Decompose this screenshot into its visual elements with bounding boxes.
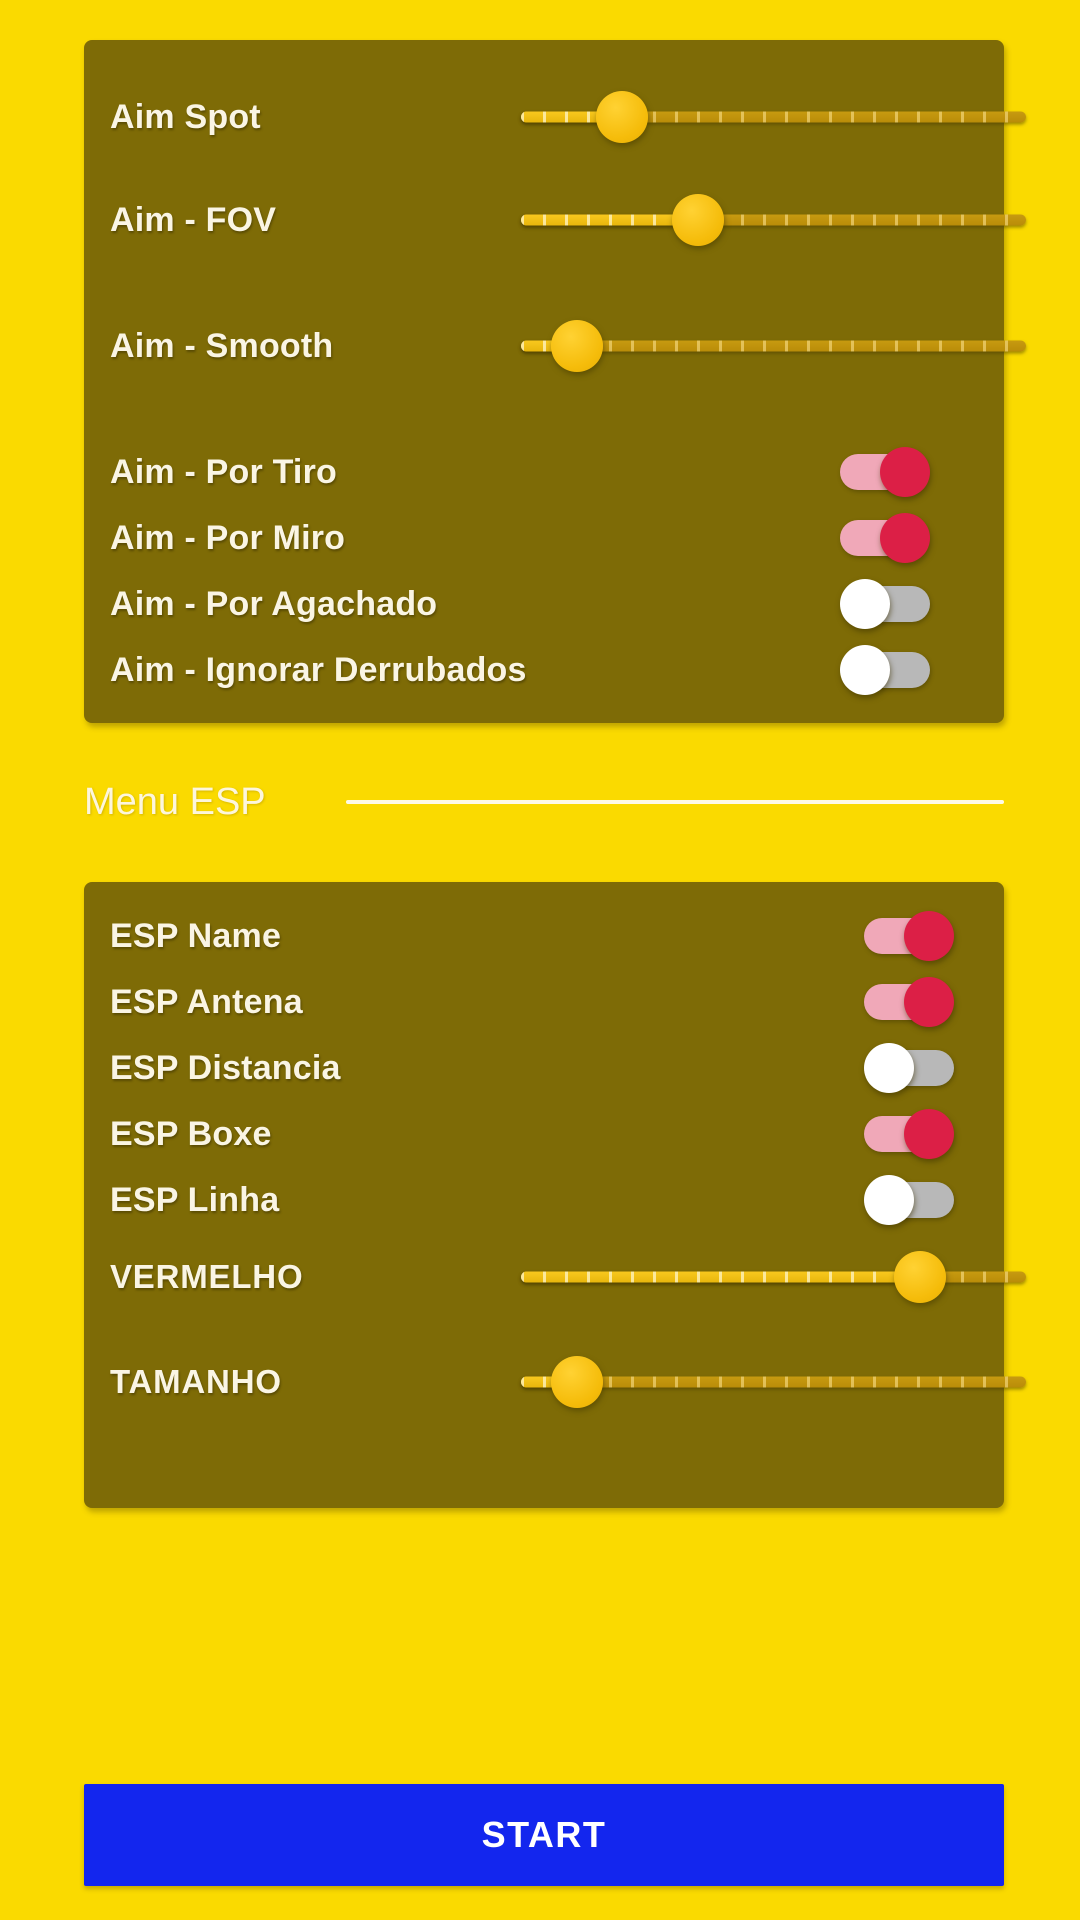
setting-row-tamanho: TAMANHO [84,1347,1026,1417]
toggle-thumb[interactable] [904,977,954,1027]
row-label-aim-fov: Aim - FOV [110,200,277,239]
row-label-esp-distancia: ESP Distancia [110,1048,341,1087]
slider-thumb[interactable] [550,320,603,372]
slider-thumb[interactable] [596,91,648,143]
slider-aim-fov[interactable] [521,192,1026,248]
slider-aim-spot[interactable] [521,89,1026,145]
toggle-aim-por-miro[interactable] [840,512,932,564]
row-label-esp-antena: ESP Antena [110,982,303,1021]
toggle-thumb[interactable] [840,645,890,695]
section-title-menu-esp: Menu ESP [84,780,266,823]
slider-thumb[interactable] [671,194,724,246]
setting-row-aim-por-agachado: Aim - Por Agachado [84,572,1004,636]
slider-thumb[interactable] [550,1356,603,1408]
toggle-esp-linha[interactable] [864,1174,956,1226]
section-header-menu-esp: Menu ESP [84,770,1004,834]
row-label-aim-smooth: Aim - Smooth [110,326,334,365]
setting-row-aim-por-miro: Aim - Por Miro [84,506,1004,570]
row-label-vermelho: VERMELHO [110,1258,304,1295]
setting-row-esp-distancia: ESP Distancia [84,1036,1004,1100]
toggle-thumb[interactable] [880,513,930,563]
setting-row-vermelho: VERMELHO [84,1242,1026,1312]
toggle-thumb[interactable] [904,911,954,961]
setting-row-esp-antena: ESP Antena [84,970,1004,1034]
toggle-thumb[interactable] [864,1175,914,1225]
setting-row-esp-name: ESP Name [84,904,1004,968]
toggle-thumb[interactable] [880,447,930,497]
slider-tamanho[interactable] [521,1354,1026,1410]
toggle-esp-name[interactable] [864,910,956,962]
row-label-aim-spot: Aim Spot [110,97,261,136]
setting-row-aim-fov: Aim - FOV [84,185,1026,255]
setting-row-esp-linha: ESP Linha [84,1168,1004,1232]
row-label-aim-por-agachado: Aim - Por Agachado [110,584,438,623]
toggle-esp-boxe[interactable] [864,1108,956,1160]
toggle-esp-distancia[interactable] [864,1042,956,1094]
setting-row-aim-spot: Aim Spot [84,82,1026,152]
toggle-thumb[interactable] [904,1109,954,1159]
slider-aim-smooth[interactable] [521,318,1026,374]
row-label-esp-boxe: ESP Boxe [110,1114,272,1153]
setting-row-aim-ignorar-derrubados: Aim - Ignorar Derrubados [84,638,1004,702]
setting-row-aim-smooth: Aim - Smooth [84,311,1026,381]
app-screen: Aim Spot Aim - FOV Aim - Smooth Aim - Po… [0,0,1080,1920]
start-button[interactable]: START [84,1784,1004,1886]
row-label-esp-name: ESP Name [110,916,282,955]
toggle-aim-por-agachado[interactable] [840,578,932,630]
row-label-aim-ignorar-derrubados: Aim - Ignorar Derrubados [110,650,527,689]
setting-row-esp-boxe: ESP Boxe [84,1102,1004,1166]
toggle-thumb[interactable] [840,579,890,629]
toggle-aim-por-tiro[interactable] [840,446,932,498]
slider-vermelho[interactable] [521,1249,1026,1305]
row-label-aim-por-miro: Aim - Por Miro [110,518,346,557]
slider-fill [521,1271,920,1283]
setting-row-aim-por-tiro: Aim - Por Tiro [84,440,1004,504]
slider-thumb[interactable] [893,1251,946,1303]
toggle-thumb[interactable] [864,1043,914,1093]
row-label-aim-por-tiro: Aim - Por Tiro [110,452,337,491]
aim-settings-card: Aim Spot Aim - FOV Aim - Smooth Aim - Po… [84,40,1026,723]
toggle-aim-ignorar-derrubados[interactable] [840,644,932,696]
row-label-esp-linha: ESP Linha [110,1180,280,1219]
esp-settings-card: ESP Name ESP Antena ESP Distancia ESP Bo… [84,882,1026,1508]
toggle-esp-antena[interactable] [864,976,956,1028]
row-label-tamanho: TAMANHO [110,1363,282,1400]
section-divider [345,800,1004,804]
